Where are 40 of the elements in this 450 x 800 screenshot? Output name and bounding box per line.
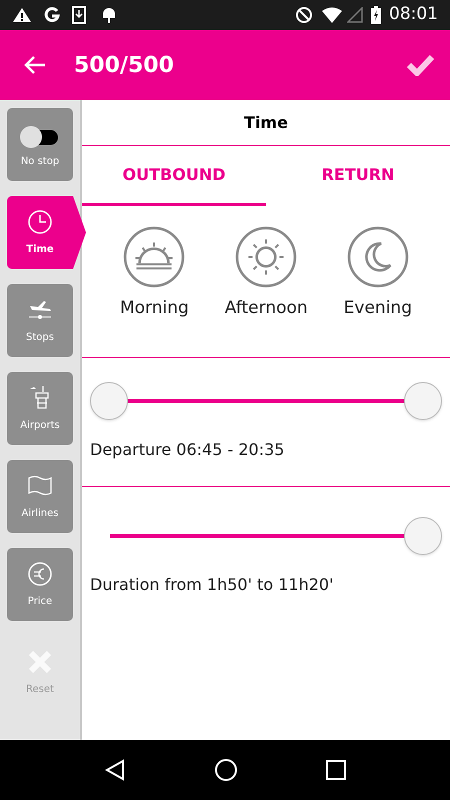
signal-icon — [347, 7, 363, 23]
time-of-day-option[interactable]: Evening — [344, 226, 412, 326]
clock-time: 08:01 — [389, 3, 438, 26]
section-title: Time — [82, 100, 450, 146]
slider-thumb[interactable] — [90, 382, 128, 420]
sunrise-icon — [123, 226, 186, 288]
back-nav-icon[interactable] — [104, 759, 126, 781]
clock-icon — [26, 208, 54, 236]
blocked-icon — [295, 6, 313, 24]
slider-thumb[interactable] — [404, 517, 442, 555]
sidebar-item[interactable]: Stops — [7, 284, 73, 357]
time-of-day-option[interactable]: Morning — [120, 226, 189, 326]
range-slider[interactable] — [90, 382, 442, 420]
time-of-day-option[interactable]: Afternoon — [224, 226, 308, 326]
duration-slider[interactable] — [110, 517, 442, 555]
g-letter-icon — [44, 7, 60, 23]
tab[interactable]: RETURN — [266, 146, 450, 206]
sidebar-item[interactable]: Airlines — [7, 460, 73, 533]
departure-range-label: Departure 06:45 - 20:35 — [90, 439, 284, 461]
android-icon — [102, 6, 116, 24]
toggle-switch[interactable] — [20, 126, 60, 148]
euro-icon — [26, 560, 54, 588]
duration-range-label: Duration from 1h50' to 11h20' — [90, 574, 334, 596]
tab[interactable]: OUTBOUND — [82, 146, 266, 206]
battery-icon — [371, 6, 381, 24]
sidebar-item[interactable]: Airports — [7, 372, 73, 445]
sidebar-item[interactable]: No stop — [7, 108, 73, 181]
sun-icon — [235, 226, 298, 288]
recents-nav-icon[interactable] — [326, 760, 346, 780]
back-arrow-icon — [23, 55, 47, 75]
header-title: 500/500 — [74, 52, 174, 80]
download-icon — [72, 6, 86, 24]
slider-thumb[interactable] — [404, 382, 442, 420]
moon-icon — [346, 226, 409, 288]
sidebar-item[interactable]: Price — [7, 548, 73, 621]
wifi-icon — [321, 7, 343, 23]
sidebar-item[interactable]: Time — [7, 196, 86, 269]
warning-icon — [12, 7, 32, 23]
checkmark-icon — [406, 54, 434, 76]
home-nav-icon[interactable] — [214, 758, 238, 782]
